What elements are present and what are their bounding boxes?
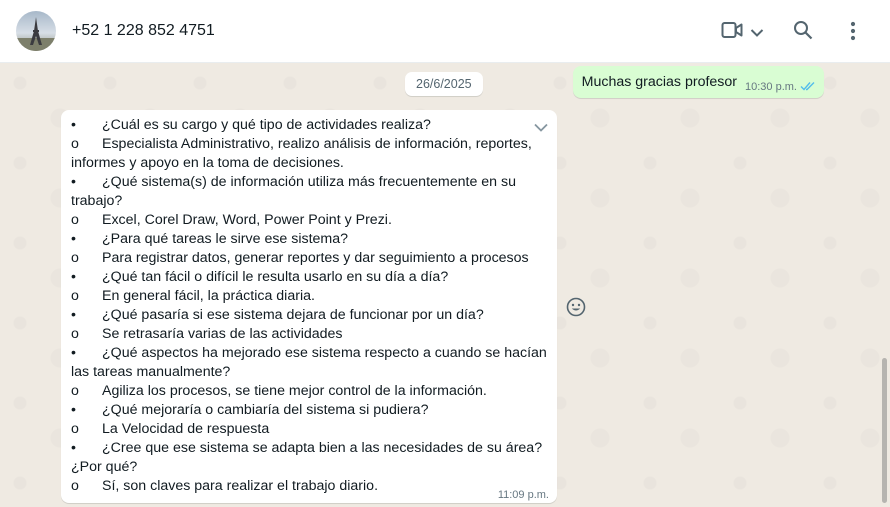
line-text: ¿Por qué? xyxy=(71,459,138,475)
message-line: o En general fácil, la práctica diaria. xyxy=(71,287,533,306)
message-line: • ¿Qué mejoraría o cambiaría del sistema … xyxy=(71,401,533,420)
line-bullet: o xyxy=(71,136,79,152)
message-line: • ¿Cuál es su cargo y qué tipo de activid… xyxy=(71,116,533,135)
line-text: ¿Qué tan fácil o difícil le resulta usar… xyxy=(102,269,449,285)
line-bullet: o xyxy=(71,478,79,494)
line-text: ¿Qué pasaría si ese sistema dejara de fu… xyxy=(102,307,484,323)
line-bullet: o xyxy=(71,383,79,399)
message-line: ¿Por qué? xyxy=(71,458,533,477)
line-text: las tareas manualmente? xyxy=(71,364,231,380)
message-line: • ¿Qué aspectos ha mejorado ese sistema r… xyxy=(71,344,547,363)
line-bullet: o xyxy=(71,421,79,437)
message-line: o Agiliza los procesos, se tiene mejor co… xyxy=(71,382,533,401)
line-bullet: • xyxy=(71,117,76,133)
line-text: informes y apoyo en la toma de decisione… xyxy=(71,155,344,171)
line-bullet: o xyxy=(71,212,79,228)
line-text: ¿Cuál es su cargo y qué tipo de activida… xyxy=(102,117,431,133)
message-line: • ¿Qué sistema(s) de información utiliza … xyxy=(71,173,533,192)
contact-avatar[interactable] xyxy=(16,11,56,51)
line-text: Agiliza los procesos, se tiene mejor con… xyxy=(102,383,487,399)
outgoing-message[interactable]: Muchas gracias profesor 10:30 p.m. xyxy=(572,66,824,98)
line-text: Se retrasaría varias de las actividades xyxy=(102,326,343,342)
incoming-message-text: • ¿Cuál es su cargo y qué tipo de activid… xyxy=(71,116,547,496)
line-text: Para registrar datos, generar reportes y… xyxy=(102,250,529,266)
message-line: • ¿Cree que ese sistema se adapta bien a … xyxy=(71,439,542,458)
outgoing-message-text: Muchas gracias profesor xyxy=(581,74,738,90)
line-text: Excel, Corel Draw, Word, Power Point y P… xyxy=(102,212,392,228)
line-text: ¿Cree que ese sistema se adapta bien a l… xyxy=(102,440,543,456)
message-line: informes y apoyo en la toma de decisione… xyxy=(71,154,533,173)
incoming-message[interactable]: • ¿Cuál es su cargo y qué tipo de activid… xyxy=(61,110,557,503)
chat-header: +52 1 228 852 4751 xyxy=(0,0,890,63)
chevron-down-icon[interactable] xyxy=(750,25,764,43)
message-options-chevron-icon[interactable] xyxy=(534,119,548,137)
message-line: o Para registrar datos, generar reportes … xyxy=(71,249,533,268)
search-icon[interactable] xyxy=(793,20,813,45)
message-line: o Se retrasaría varias de las actividades xyxy=(71,325,533,344)
line-bullet: o xyxy=(71,250,79,266)
line-text: trabajo? xyxy=(71,193,123,209)
line-bullet: o xyxy=(71,288,79,304)
line-bullet: • xyxy=(71,440,76,456)
line-bullet: o xyxy=(71,326,79,342)
outgoing-message-time: 10:30 p.m. xyxy=(745,81,797,93)
line-bullet: • xyxy=(71,402,76,418)
react-emoji-icon[interactable] xyxy=(565,296,587,323)
video-call-icon[interactable] xyxy=(721,21,743,44)
message-line: • ¿Qué tan fácil o difícil le resulta usa… xyxy=(71,268,533,287)
chat-scrollbar[interactable] xyxy=(882,358,887,503)
message-line: trabajo? xyxy=(71,192,533,211)
date-separator: 26/6/2025 xyxy=(405,72,483,96)
kebab-menu-icon[interactable] xyxy=(850,21,856,46)
line-text: ¿Qué sistema(s) de información utiliza m… xyxy=(102,174,516,190)
line-bullet: • xyxy=(71,269,76,285)
line-text: La Velocidad de respuesta xyxy=(102,421,270,437)
message-line: o Especialista Administrativo, realizo an… xyxy=(71,135,533,154)
message-line: • ¿Para qué tareas le sirve ese sistema? xyxy=(71,230,533,249)
line-text: ¿Para qué tareas le sirve ese sistema? xyxy=(102,231,349,247)
message-line: o La Velocidad de respuesta xyxy=(71,420,533,439)
line-text: Especialista Administrativo, realizo aná… xyxy=(102,136,532,152)
line-text: ¿Qué aspectos ha mejorado ese sistema re… xyxy=(102,345,547,361)
line-text: Sí, son claves para realizar el trabajo … xyxy=(102,478,379,494)
line-bullet: • xyxy=(71,307,76,323)
chat-area[interactable]: Muchas gracias profesor 10:30 p.m. 26/6/… xyxy=(0,63,890,507)
message-line: • ¿Qué pasaría si ese sistema dejara de f… xyxy=(71,306,533,325)
message-line: o Sí, son claves para realizar el trabajo… xyxy=(71,477,533,496)
message-line: las tareas manualmente? xyxy=(71,363,533,382)
incoming-message-time: 11:09 p.m. xyxy=(497,489,549,501)
line-bullet: • xyxy=(71,174,76,190)
read-receipt-icon xyxy=(800,81,816,94)
contact-name[interactable]: +52 1 228 852 4751 xyxy=(72,22,215,40)
line-bullet: • xyxy=(71,345,76,361)
message-line: o Excel, Corel Draw, Word, Power Point y … xyxy=(71,211,533,230)
line-bullet: • xyxy=(71,231,76,247)
line-text: ¿Qué mejoraría o cambiaría del sistema s… xyxy=(102,402,429,418)
line-text: En general fácil, la práctica diaria. xyxy=(102,288,315,304)
outgoing-message-meta: 10:30 p.m. xyxy=(745,81,816,94)
